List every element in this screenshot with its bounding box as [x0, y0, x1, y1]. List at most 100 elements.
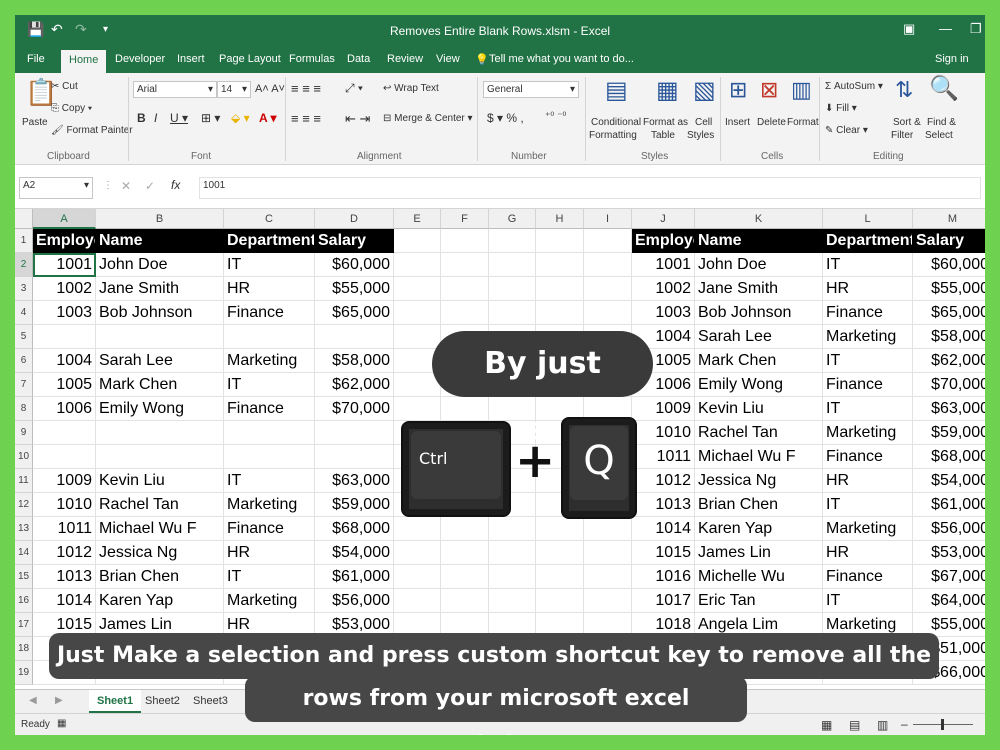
- grid-cell[interactable]: [536, 229, 584, 253]
- grid-cell[interactable]: [536, 301, 584, 325]
- right-table-cell[interactable]: Marketing: [823, 325, 913, 349]
- insert-cells-icon[interactable]: ⊞: [729, 79, 747, 101]
- right-table-cell[interactable]: Emily Wong: [695, 373, 823, 397]
- column-header[interactable]: I: [584, 209, 632, 229]
- grid-cell[interactable]: [489, 229, 536, 253]
- indent-icon[interactable]: ⇤ ⇥: [345, 111, 370, 127]
- sheet-tab-sheet3[interactable]: Sheet3: [193, 695, 228, 707]
- left-table-cell[interactable]: Marketing: [224, 349, 315, 373]
- select-all-corner[interactable]: [15, 209, 33, 229]
- right-table-cell[interactable]: John Doe: [695, 253, 823, 277]
- table-header-cell[interactable]: Name: [695, 229, 823, 253]
- left-table-cell[interactable]: $68,000: [315, 517, 394, 541]
- column-header[interactable]: A: [33, 209, 96, 229]
- right-table-cell[interactable]: 1010: [632, 421, 695, 445]
- borders-icon[interactable]: ⊞ ▾: [201, 111, 220, 125]
- top-align-icon[interactable]: ≡ ≡ ≡: [291, 81, 321, 96]
- sheet-tab-sheet1[interactable]: Sheet1: [89, 690, 142, 713]
- row-header[interactable]: 7: [15, 373, 33, 397]
- bold-button[interactable]: B: [137, 111, 146, 125]
- grid-cell[interactable]: [584, 541, 632, 565]
- grid-cell[interactable]: [536, 565, 584, 589]
- left-table-cell[interactable]: $59,000: [315, 493, 394, 517]
- format-cells-icon[interactable]: ▥: [791, 79, 812, 101]
- grid-cell[interactable]: [394, 325, 441, 349]
- grid-cell[interactable]: [315, 325, 394, 349]
- table-header-cell[interactable]: Department: [823, 229, 913, 253]
- left-table-cell[interactable]: 1003: [33, 301, 96, 325]
- grid-cell[interactable]: [489, 277, 536, 301]
- grid-cell[interactable]: [489, 589, 536, 613]
- left-table-cell[interactable]: 1005: [33, 373, 96, 397]
- grid-cell[interactable]: [441, 565, 489, 589]
- right-table-cell[interactable]: Jane Smith: [695, 277, 823, 301]
- right-table-cell[interactable]: 1014: [632, 517, 695, 541]
- right-table-cell[interactable]: Michelle Wu: [695, 565, 823, 589]
- row-header[interactable]: 13: [15, 517, 33, 541]
- wrap-text-button[interactable]: ↩ Wrap Text: [383, 83, 439, 94]
- right-table-cell[interactable]: $68,000: [913, 445, 985, 469]
- row-header[interactable]: 3: [15, 277, 33, 301]
- column-header[interactable]: C: [224, 209, 315, 229]
- grid-cell[interactable]: [394, 397, 441, 421]
- right-table-cell[interactable]: 1002: [632, 277, 695, 301]
- right-table-cell[interactable]: $55,000: [913, 277, 985, 301]
- row-header[interactable]: 15: [15, 565, 33, 589]
- column-header[interactable]: H: [536, 209, 584, 229]
- row-header[interactable]: 5: [15, 325, 33, 349]
- font-color-icon[interactable]: A ▾: [259, 111, 277, 125]
- delete-cells-icon[interactable]: ⊠: [760, 79, 778, 101]
- left-table-cell[interactable]: 1011: [33, 517, 96, 541]
- grid-cell[interactable]: [441, 589, 489, 613]
- right-table-cell[interactable]: $58,000: [913, 325, 985, 349]
- sign-in-link[interactable]: Sign in: [935, 53, 969, 65]
- right-table-cell[interactable]: HR: [823, 469, 913, 493]
- right-table-cell[interactable]: $65,000: [913, 301, 985, 325]
- fill-button[interactable]: ⬇ Fill ▾: [825, 103, 857, 114]
- left-table-cell[interactable]: Rachel Tan: [96, 493, 224, 517]
- format-button[interactable]: Format: [787, 117, 819, 128]
- grid-cell[interactable]: [441, 301, 489, 325]
- grid-cell[interactable]: [584, 253, 632, 277]
- right-table-cell[interactable]: IT: [823, 253, 913, 277]
- grid-cell[interactable]: [584, 589, 632, 613]
- tab-file[interactable]: File: [27, 53, 45, 65]
- grid-cell[interactable]: [489, 517, 536, 541]
- right-table-cell[interactable]: Brian Chen: [695, 493, 823, 517]
- clear-button[interactable]: ✎ Clear ▾: [825, 125, 868, 136]
- grid-cell[interactable]: [584, 301, 632, 325]
- left-table-cell[interactable]: Kevin Liu: [96, 469, 224, 493]
- right-table-cell[interactable]: $60,000: [913, 253, 985, 277]
- left-table-cell[interactable]: IT: [224, 253, 315, 277]
- right-table-cell[interactable]: Eric Tan: [695, 589, 823, 613]
- number-format-select[interactable]: General ▾: [483, 81, 579, 98]
- grid-cell[interactable]: [394, 517, 441, 541]
- right-table-cell[interactable]: Kevin Liu: [695, 397, 823, 421]
- left-table-cell[interactable]: Finance: [224, 517, 315, 541]
- grid-cell[interactable]: [441, 277, 489, 301]
- right-table-cell[interactable]: Karen Yap: [695, 517, 823, 541]
- right-table-cell[interactable]: Rachel Tan: [695, 421, 823, 445]
- italic-button[interactable]: I: [154, 111, 157, 125]
- column-header[interactable]: G: [489, 209, 536, 229]
- left-table-cell[interactable]: 1013: [33, 565, 96, 589]
- cancel-icon[interactable]: ✕: [121, 179, 131, 193]
- grid-cell[interactable]: [536, 517, 584, 541]
- row-header[interactable]: 17: [15, 613, 33, 637]
- orientation-icon[interactable]: ⤢ ▾: [345, 81, 363, 96]
- grid-cell[interactable]: [441, 517, 489, 541]
- left-table-cell[interactable]: Karen Yap: [96, 589, 224, 613]
- grid-cell[interactable]: [394, 229, 441, 253]
- left-table-cell[interactable]: 1014: [33, 589, 96, 613]
- right-table-cell[interactable]: 1017: [632, 589, 695, 613]
- grid-cell[interactable]: [394, 277, 441, 301]
- right-table-cell[interactable]: IT: [823, 349, 913, 373]
- right-table-cell[interactable]: Mark Chen: [695, 349, 823, 373]
- format-as-table-icon[interactable]: ▦: [656, 79, 679, 103]
- column-header[interactable]: K: [695, 209, 823, 229]
- minimize-icon[interactable]: —: [939, 21, 952, 36]
- left-table-cell[interactable]: $63,000: [315, 469, 394, 493]
- right-table-cell[interactable]: $67,000: [913, 565, 985, 589]
- right-table-cell[interactable]: Marketing: [823, 421, 913, 445]
- left-table-cell[interactable]: Jane Smith: [96, 277, 224, 301]
